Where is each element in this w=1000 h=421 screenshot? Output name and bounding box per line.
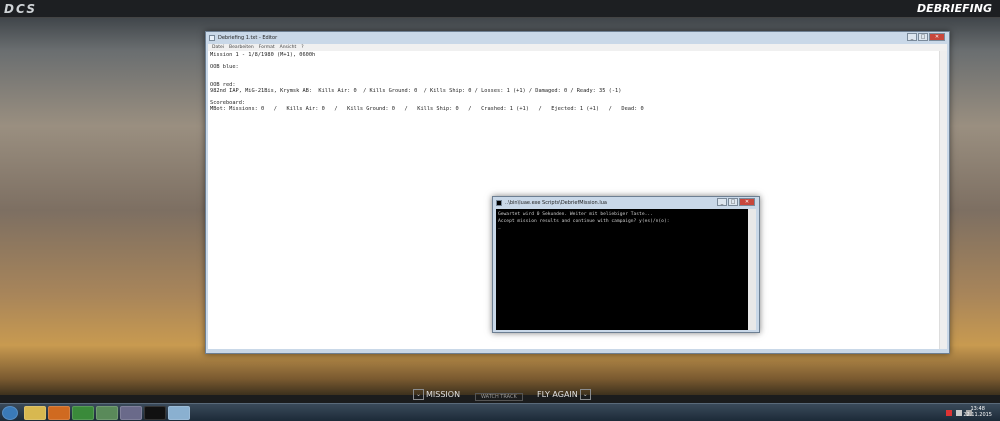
app-icon[interactable]: [72, 406, 94, 420]
notepad-title: Debriefing 1.txt - Editor: [218, 35, 278, 41]
scrollbar[interactable]: [939, 51, 947, 349]
console-task-icon[interactable]: [144, 406, 166, 420]
console-titlebar[interactable]: ..\bin\luae.exe Scripts\DebriefMission.l…: [493, 197, 759, 209]
menu-bearbeiten[interactable]: Bearbeiten: [229, 44, 254, 51]
mission-editor-label: MISSION: [426, 390, 461, 399]
fly-again-label: FLY AGAIN: [537, 390, 578, 399]
console-icon: [496, 200, 502, 206]
console-output[interactable]: Gewartet wird 0 Sekunden. Weiter mit bel…: [496, 209, 756, 330]
maximize-button[interactable]: □: [728, 198, 738, 206]
notepad-titlebar[interactable]: Debriefing 1.txt - Editor _ □ ✕: [206, 32, 949, 44]
notepad-task-icon[interactable]: [96, 406, 118, 420]
minimize-button[interactable]: _: [907, 33, 917, 41]
taskbar: 13:48 22.11.2015: [0, 403, 1000, 421]
dcs-task-icon[interactable]: [168, 406, 190, 420]
clock[interactable]: 13:48 22.11.2015: [963, 406, 992, 418]
screen-title: DEBRIEFING: [917, 2, 992, 15]
date: 22.11.2015: [963, 412, 992, 418]
mission-editor-button[interactable]: ⌄ MISSION: [413, 389, 460, 400]
notepad-icon: [209, 35, 215, 41]
close-button[interactable]: ✕: [929, 33, 945, 41]
watch-track-label: WATCH TRACK: [481, 394, 517, 400]
console-window: ..\bin\luae.exe Scripts\DebriefMission.l…: [492, 196, 760, 333]
top-bar: DCS DEBRIEFING: [0, 0, 1000, 18]
scrollbar[interactable]: [748, 209, 756, 330]
watch-track-button[interactable]: WATCH TRACK: [475, 393, 523, 401]
console-cursor: _: [498, 225, 501, 230]
firefox-icon[interactable]: [48, 406, 70, 420]
fly-again-button[interactable]: FLY AGAIN ⌄: [537, 389, 591, 400]
editor-task-icon[interactable]: [120, 406, 142, 420]
menu-format[interactable]: Format: [259, 44, 275, 51]
maximize-button[interactable]: □: [918, 33, 928, 41]
chevron-down-icon: ⌄: [413, 389, 424, 400]
console-title: ..\bin\luae.exe Scripts\DebriefMission.l…: [505, 200, 607, 206]
close-button[interactable]: ✕: [739, 198, 755, 206]
tray-network-icon[interactable]: [956, 410, 962, 416]
menu-bar: Datei Bearbeiten Format Ansicht ?: [208, 44, 947, 51]
tray-alert-icon[interactable]: [946, 410, 952, 416]
dcs-logo: DCS: [4, 2, 37, 16]
start-button[interactable]: [2, 406, 18, 420]
chevron-down-icon: ⌄: [579, 389, 591, 400]
menu-ansicht[interactable]: Ansicht: [280, 44, 297, 51]
menu-datei[interactable]: Datei: [212, 44, 224, 51]
text-line: MBot: Missions: 0 / Kills Air: 0 / Kills…: [210, 106, 644, 112]
menu-help[interactable]: ?: [301, 44, 303, 51]
minimize-button[interactable]: _: [717, 198, 727, 206]
explorer-icon[interactable]: [24, 406, 46, 420]
